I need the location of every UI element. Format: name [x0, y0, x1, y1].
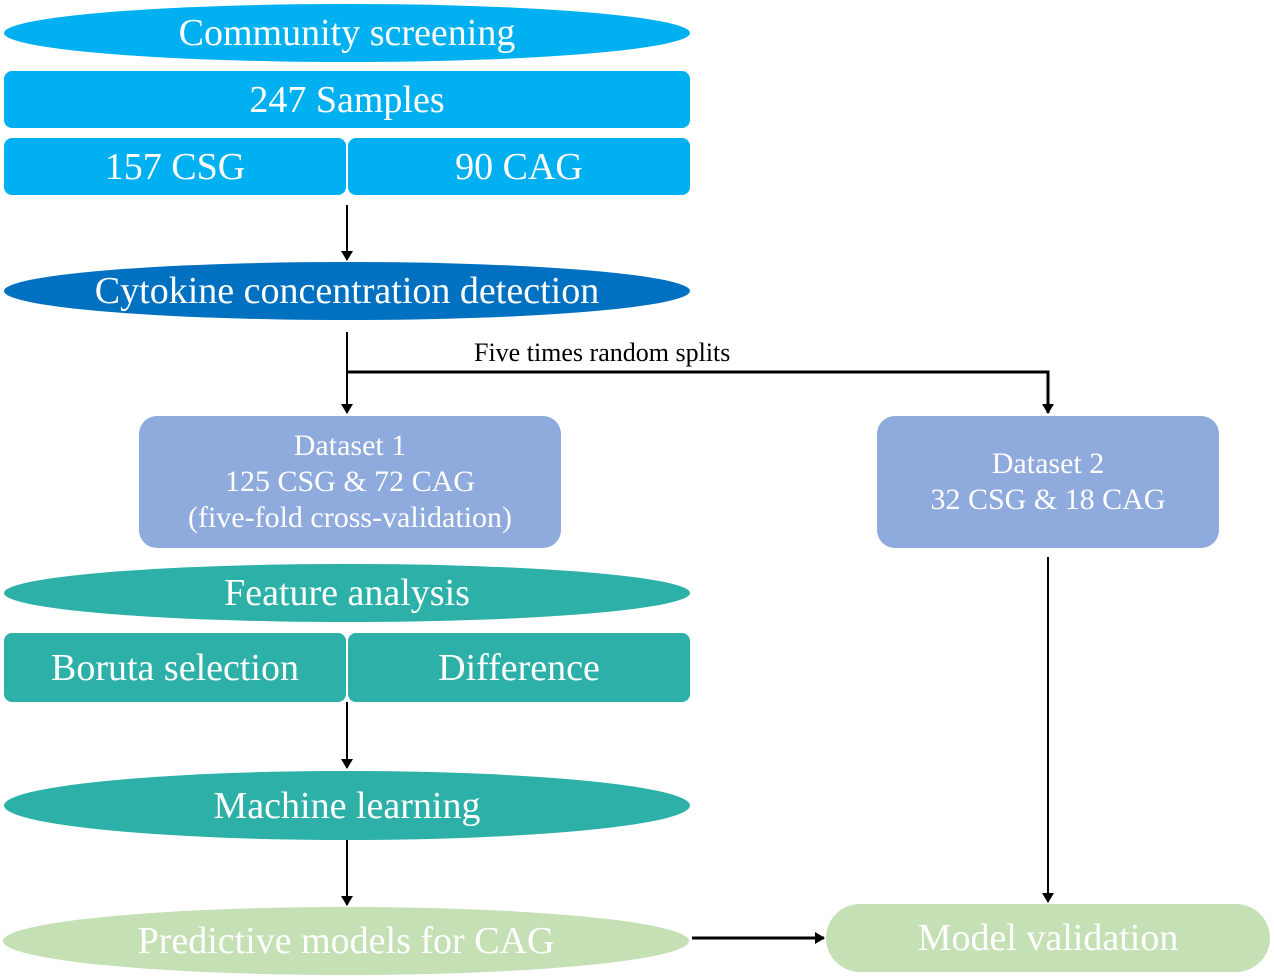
dataset1-note: (five-fold cross-validation)	[187, 501, 513, 534]
boruta-selection-label: Boruta selection	[51, 646, 299, 689]
dataset1-counts: 125 CSG & 72 CAG	[224, 465, 476, 498]
csg-group-node: 157 CSG	[4, 138, 346, 195]
cag-group-label: 90 CAG	[455, 145, 583, 188]
boruta-selection-node: Boruta selection	[4, 633, 346, 702]
difference-label: Difference	[438, 646, 600, 689]
predictive-models-label: Predictive models for CAG	[137, 920, 555, 962]
model-validation-label: Model validation	[917, 917, 1179, 959]
dataset2-counts: 32 CSG & 18 CAG	[930, 483, 1166, 516]
cytokine-detection-node: Cytokine concentration detection	[4, 262, 690, 320]
machine-learning-node: Machine learning	[4, 771, 690, 840]
samples-node: 247 Samples	[4, 71, 690, 128]
csg-group-label: 157 CSG	[104, 145, 246, 188]
difference-node: Difference	[348, 633, 690, 702]
dataset2-title: Dataset 2	[991, 447, 1105, 480]
dataset1-title: Dataset 1	[293, 429, 407, 462]
cag-group-node: 90 CAG	[348, 138, 690, 195]
model-validation-node: Model validation	[826, 904, 1270, 972]
community-screening-label: Community screening	[178, 12, 516, 54]
predictive-models-node: Predictive models for CAG	[3, 907, 689, 975]
dataset1-node: Dataset 1 125 CSG & 72 CAG (five-fold cr…	[139, 416, 561, 548]
feature-analysis-node: Feature analysis	[4, 564, 690, 622]
community-screening-node: Community screening	[4, 4, 690, 62]
split-label: Five times random splits	[474, 338, 731, 367]
arrow-split-to-dataset2	[347, 370, 1054, 414]
machine-learning-label: Machine learning	[213, 784, 481, 827]
feature-analysis-label: Feature analysis	[224, 572, 470, 614]
dataset2-node: Dataset 2 32 CSG & 18 CAG	[877, 416, 1219, 548]
cytokine-detection-label: Cytokine concentration detection	[94, 270, 600, 312]
samples-label: 247 Samples	[249, 78, 445, 121]
